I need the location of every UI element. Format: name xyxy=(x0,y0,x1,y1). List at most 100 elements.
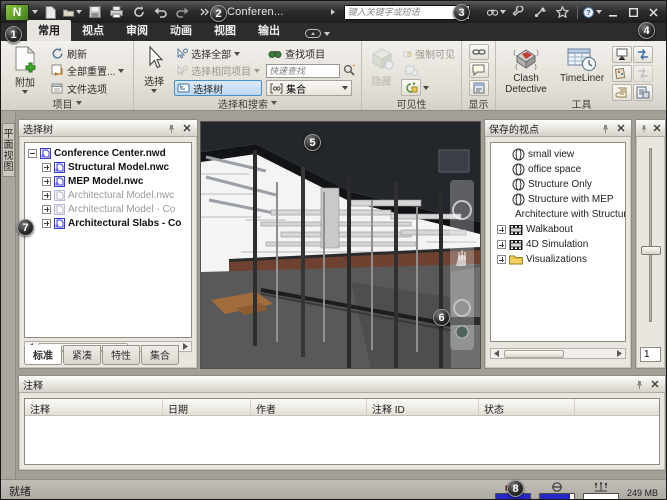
pin-icon[interactable] xyxy=(165,122,177,134)
select-all-caret-icon[interactable] xyxy=(234,52,240,56)
animation-item[interactable]: 4D Simulation xyxy=(493,237,625,252)
tilt-slider-track[interactable] xyxy=(649,148,652,322)
select-button[interactable]: 选择 xyxy=(138,44,170,96)
tab-viewpoint[interactable]: 视点 xyxy=(71,20,115,41)
tree-tab-compact[interactable]: 紧凑 xyxy=(63,345,101,365)
group-label-select-search[interactable]: 选择和搜索 xyxy=(134,97,361,109)
ribbon-minimize-button[interactable] xyxy=(305,29,330,41)
expand-icon[interactable] xyxy=(497,240,506,249)
autodesk-rendering-button[interactable] xyxy=(612,46,632,63)
expand-icon[interactable] xyxy=(42,205,51,214)
saved-viewpoints-header[interactable]: 保存的视点 xyxy=(485,120,631,137)
comments-table[interactable]: 注释 日期 作者 注释 ID 状态 xyxy=(24,398,660,465)
scroll-right-icon[interactable] xyxy=(180,342,191,351)
quick-find-input[interactable] xyxy=(266,64,340,78)
viewpoints-horizontal-scrollbar[interactable] xyxy=(490,348,626,359)
tab-view[interactable]: 视图 xyxy=(203,20,247,41)
quantification-button[interactable] xyxy=(612,65,632,82)
scroll-left-icon[interactable] xyxy=(491,349,502,358)
animator-button[interactable] xyxy=(633,46,653,63)
sets-caret-icon[interactable] xyxy=(342,86,348,90)
sets-button[interactable]: 集合 xyxy=(266,80,352,96)
help-button[interactable]: ? xyxy=(583,4,602,21)
unhide-all-button[interactable] xyxy=(401,79,421,96)
folder-item[interactable]: Visualizations xyxy=(493,252,625,267)
favorites-button[interactable] xyxy=(553,4,572,21)
close-panel-icon[interactable] xyxy=(615,122,627,134)
column-comment-id[interactable]: 注释 ID xyxy=(367,399,479,415)
close-button[interactable] xyxy=(645,5,662,20)
redo-button[interactable] xyxy=(173,4,192,21)
viewpoint-item[interactable]: small view xyxy=(493,147,625,162)
search-find-button[interactable] xyxy=(487,4,506,21)
plan-view-tab[interactable]: 平面视图 xyxy=(2,123,15,177)
undo-button[interactable] xyxy=(151,4,170,21)
navigation-bar[interactable] xyxy=(450,180,474,350)
select-same-button[interactable]: 选择相同项目 xyxy=(174,63,262,78)
refresh-button[interactable] xyxy=(129,4,148,21)
scroll-thumb[interactable] xyxy=(504,350,564,358)
require-button[interactable]: 强制可见 xyxy=(401,46,457,61)
tilt-panel-header[interactable] xyxy=(636,120,665,137)
communication-center-button[interactable] xyxy=(531,4,550,21)
timeliner-button[interactable]: TimeLiner xyxy=(556,44,608,96)
ribbon-options-caret-icon[interactable] xyxy=(324,32,330,36)
collapse-icon[interactable] xyxy=(28,149,37,158)
column-status[interactable]: 状态 xyxy=(479,399,575,415)
select-caret-icon[interactable] xyxy=(151,89,157,93)
close-panel-icon[interactable] xyxy=(181,122,193,134)
application-menu-caret-icon[interactable] xyxy=(32,10,38,14)
print-button[interactable] xyxy=(107,4,126,21)
select-all-button[interactable]: 选择全部 xyxy=(174,46,262,61)
tab-review[interactable]: 审阅 xyxy=(115,20,159,41)
tree-item[interactable]: MEP Model.nwc xyxy=(28,174,191,188)
viewpoint-item[interactable]: office space xyxy=(493,162,625,177)
properties-button[interactable] xyxy=(469,80,489,96)
selection-tree-header[interactable]: 选择树 xyxy=(19,120,197,137)
pin-icon[interactable] xyxy=(599,122,611,134)
tab-home[interactable]: 常用 xyxy=(27,20,71,41)
tree-item-root[interactable]: Conference Center.nwd xyxy=(28,146,191,160)
selection-tree-button[interactable]: 选择树 xyxy=(174,80,262,96)
append-caret-icon[interactable] xyxy=(22,90,28,94)
group-label-project[interactable]: 项目 xyxy=(1,97,133,109)
expand-icon[interactable] xyxy=(42,219,51,228)
pin-icon[interactable] xyxy=(638,122,650,134)
viewpoint-item[interactable]: Architecture with Structure xyxy=(493,207,625,222)
column-author[interactable]: 作者 xyxy=(251,399,367,415)
column-comment[interactable]: 注释 xyxy=(25,399,163,415)
refresh-model-button[interactable]: 刷新 xyxy=(49,46,126,61)
expand-icon[interactable] xyxy=(42,191,51,200)
scene-viewport[interactable] xyxy=(200,121,481,369)
tree-item[interactable]: Architectural Slabs - Co xyxy=(28,216,191,230)
close-panel-icon[interactable] xyxy=(649,378,661,390)
find-items-button[interactable]: 查找项目 xyxy=(266,46,357,61)
close-panel-icon[interactable] xyxy=(652,122,664,134)
search-input[interactable] xyxy=(344,5,470,20)
hide-unselected-button[interactable] xyxy=(401,63,421,77)
append-button[interactable]: 附加 xyxy=(5,44,45,96)
tree-item[interactable]: Architectural Model.nwc xyxy=(28,188,191,202)
saved-viewpoints-list[interactable]: small view office space Structure Only S… xyxy=(490,142,626,342)
title-expand-icon[interactable] xyxy=(331,9,335,15)
comments-header[interactable]: 注释 xyxy=(19,376,665,393)
tree-item[interactable]: Architectural Model - Co xyxy=(28,202,191,216)
file-options-button[interactable]: 文件选项 xyxy=(49,81,126,96)
scroll-right-icon[interactable] xyxy=(614,349,625,358)
tree-tab-sets[interactable]: 集合 xyxy=(141,345,179,365)
tilt-slider-thumb[interactable] xyxy=(641,246,661,255)
subscription-button[interactable] xyxy=(509,4,528,21)
expand-icon[interactable] xyxy=(42,177,51,186)
save-button[interactable] xyxy=(85,4,104,21)
unhide-all-caret-icon[interactable] xyxy=(423,86,429,90)
links-button[interactable] xyxy=(469,44,489,60)
quick-find-icon[interactable] xyxy=(343,64,356,77)
hide-button[interactable]: 隐藏 xyxy=(366,44,397,96)
minimize-button[interactable] xyxy=(605,5,622,20)
selection-tree-list[interactable]: Conference Center.nwd Structural Model.n… xyxy=(24,142,192,338)
tree-item[interactable]: Structural Model.nwc xyxy=(28,160,191,174)
tree-tab-standard[interactable]: 标准 xyxy=(24,345,62,365)
compare-button[interactable] xyxy=(633,65,653,82)
new-file-button[interactable] xyxy=(41,4,60,21)
expand-icon[interactable] xyxy=(42,163,51,172)
